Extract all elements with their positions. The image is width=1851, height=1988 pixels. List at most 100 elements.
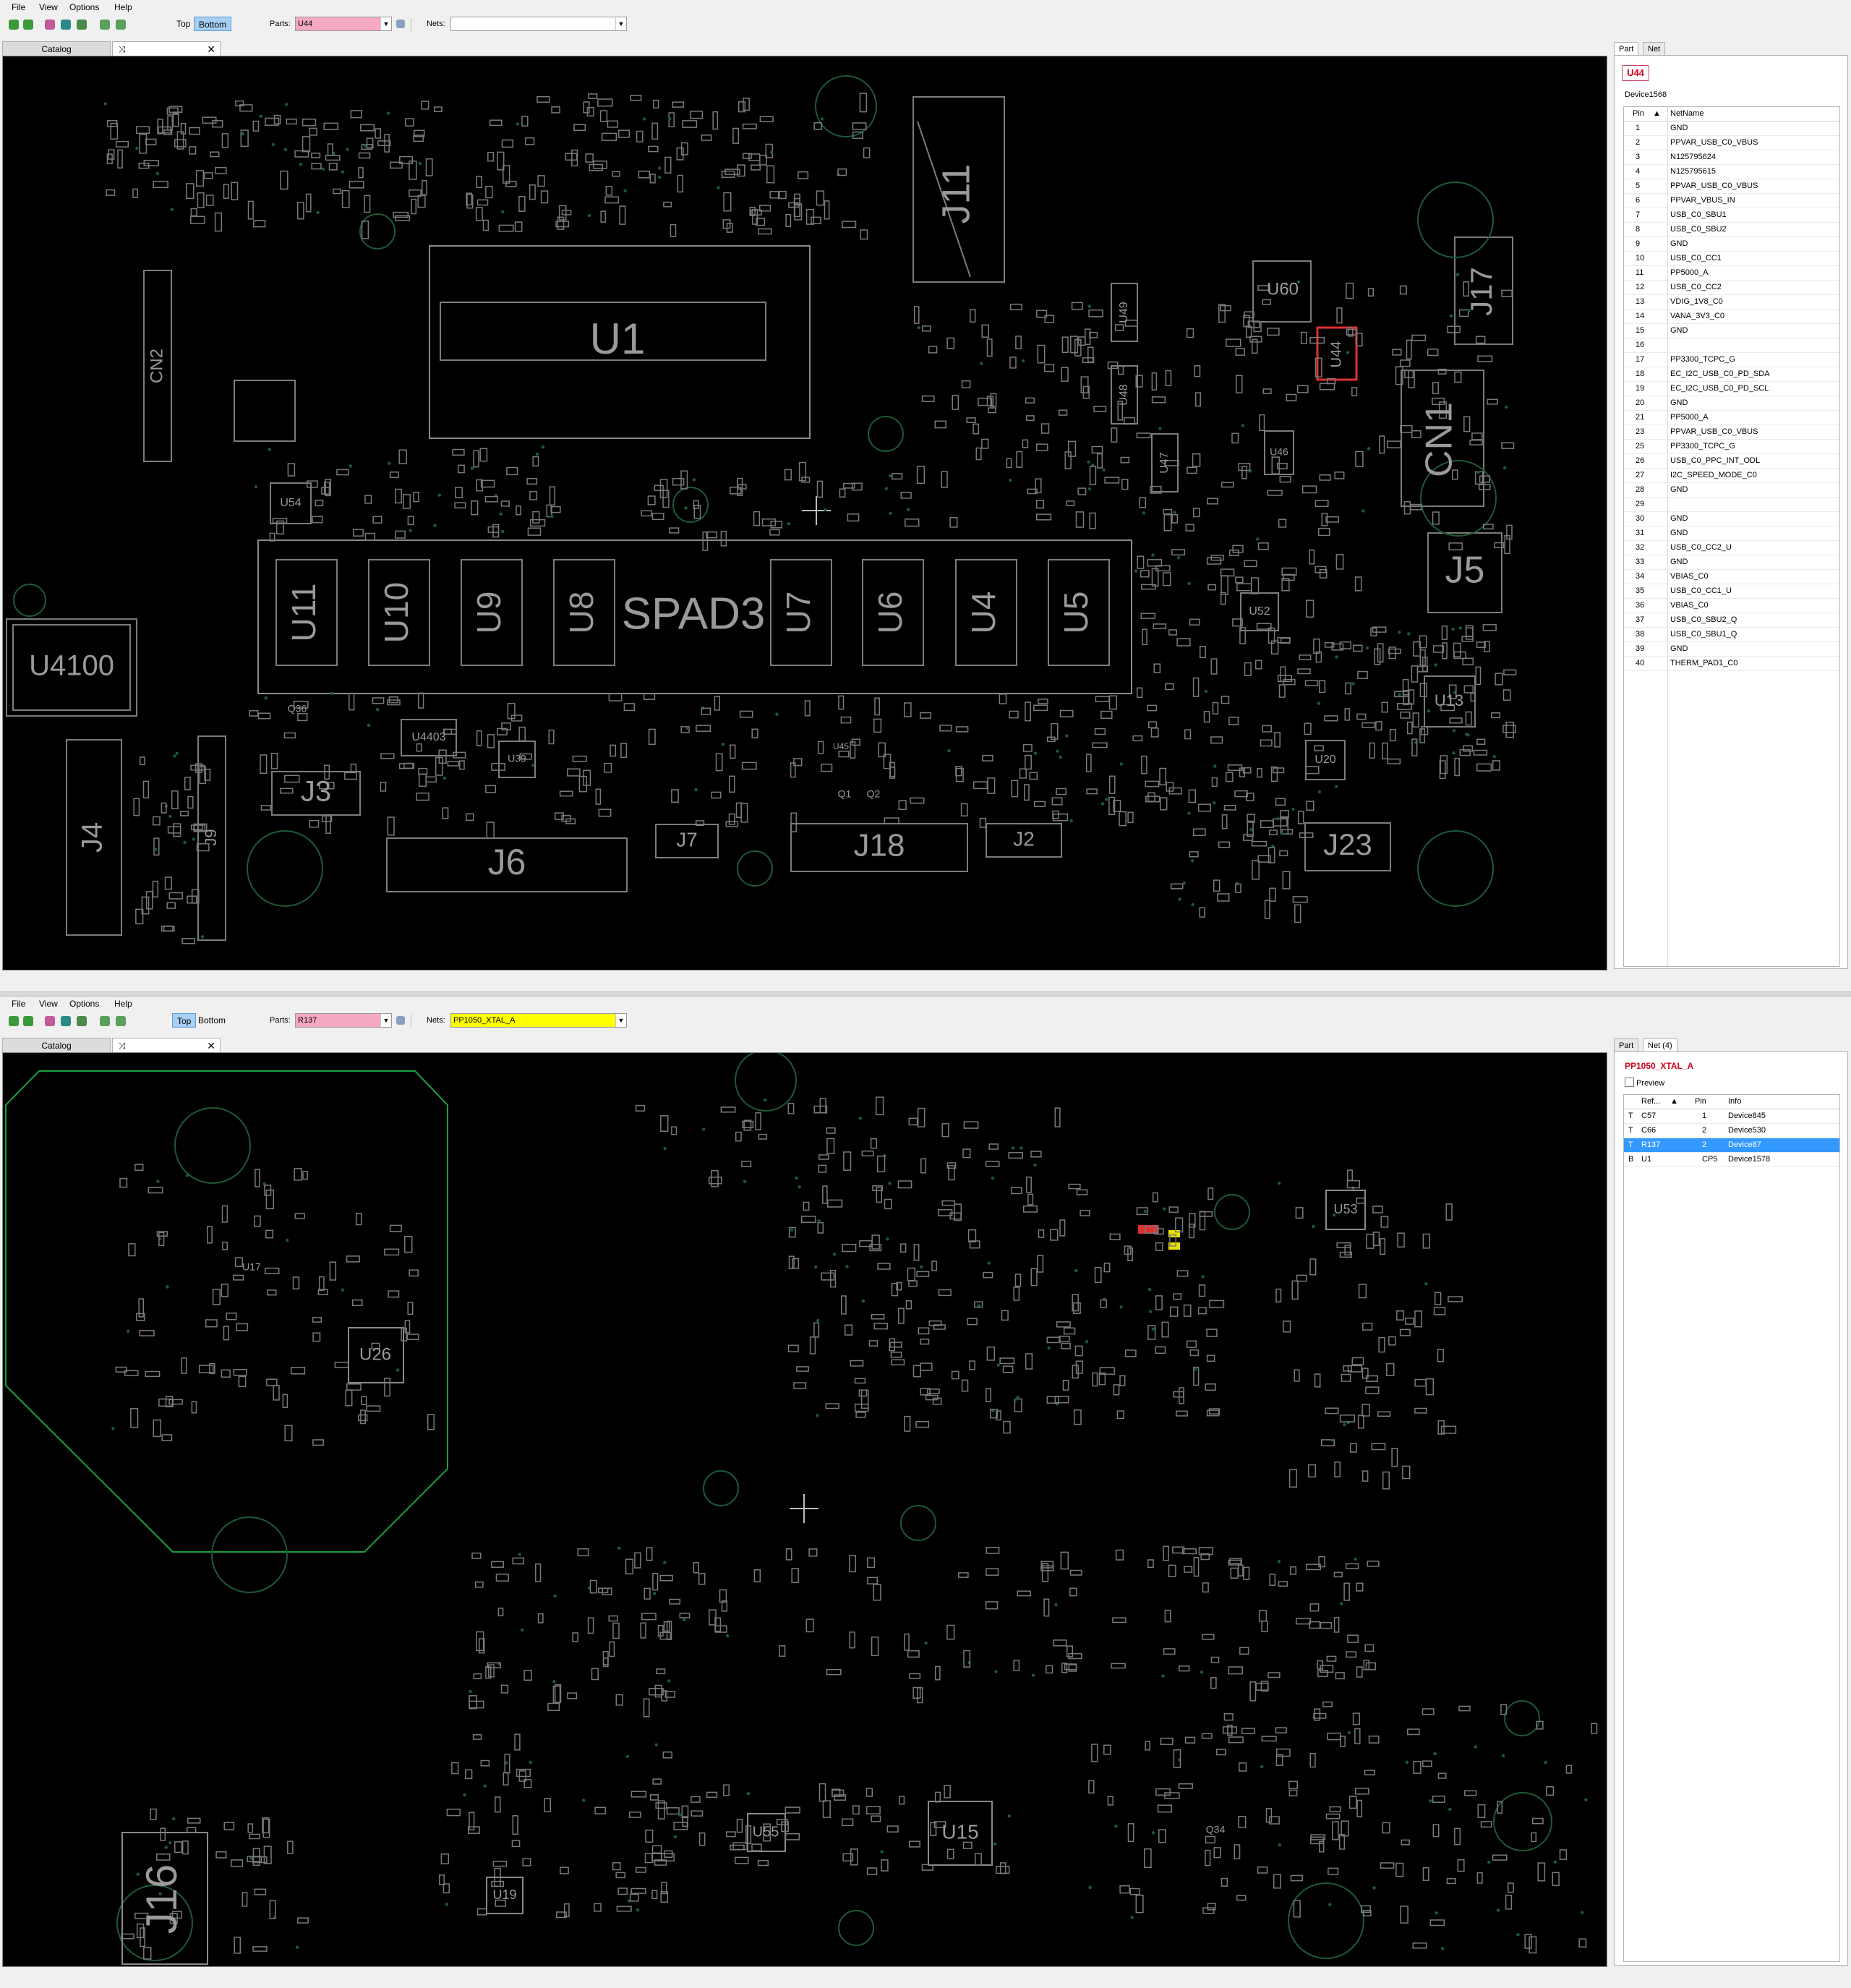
board-label-q2[interactable]: Q2 xyxy=(867,788,881,800)
col-pin[interactable]: Pin xyxy=(1695,1095,1706,1109)
table-row[interactable]: 6 PPVAR_VBUS_IN xyxy=(1624,194,1839,208)
bottom-side-button[interactable]: Bottom xyxy=(194,1013,230,1028)
table-row[interactable]: 23 PPVAR_USB_C0_VBUS xyxy=(1624,425,1839,440)
zoom-icon[interactable] xyxy=(77,20,87,30)
table-row[interactable]: 4 N125795615 xyxy=(1624,165,1839,179)
table-row[interactable]: 39 GND xyxy=(1624,642,1839,657)
board-label-j9[interactable]: J9 xyxy=(202,829,220,845)
board-label-u11[interactable]: U11 xyxy=(285,584,322,642)
board-label-j3[interactable]: J3 xyxy=(301,776,331,808)
board-label-j7[interactable]: J7 xyxy=(676,828,698,850)
board-label-spad3[interactable]: SPAD3 xyxy=(622,589,766,639)
zoom-icon[interactable] xyxy=(77,1016,87,1026)
menu-view[interactable]: View xyxy=(39,2,58,12)
board-label-j17[interactable]: J17 xyxy=(1464,267,1498,316)
table-row[interactable]: 5 PPVAR_USB_C0_VBUS xyxy=(1624,179,1839,194)
menu-help[interactable]: Help xyxy=(114,999,132,1009)
table-row[interactable]: 15 GND xyxy=(1624,324,1839,338)
table-row[interactable]: 34 VBIAS_C0 xyxy=(1624,570,1839,584)
fit-icon[interactable] xyxy=(61,20,71,30)
close-icon[interactable]: ✕ xyxy=(207,1038,215,1053)
table-row[interactable]: 12 USB_C0_CC2 xyxy=(1624,281,1839,295)
table-row[interactable]: 29 xyxy=(1624,498,1839,512)
table-row[interactable]: T R137 2 Device87 xyxy=(1624,1138,1839,1153)
board-canvas[interactable]: U1 SPAD3 U4100 J11 J17 CN1 CN2 U60 U44 J5 U13 J3 J4 J… xyxy=(2,56,1607,970)
board-label-u45[interactable]: U45 xyxy=(833,741,849,751)
pcb-bottom-view[interactable]: U1 SPAD3 U4100 J11 J17 CN1 CN2 U60 U44 J5 U13 J3 J4 J… xyxy=(3,56,1607,970)
back-icon[interactable] xyxy=(9,1016,19,1026)
board-label-cn2[interactable]: CN2 xyxy=(147,349,166,383)
table-row[interactable]: 31 GND xyxy=(1624,526,1839,541)
board-label-u4403[interactable]: U4403 xyxy=(411,731,445,743)
table-row[interactable]: 26 USB_C0_PPC_INT_ODL xyxy=(1624,454,1839,469)
nets-combo[interactable]: PP1050_XTAL_A ▼ xyxy=(450,1013,627,1028)
tab-part[interactable]: Part xyxy=(1614,1038,1639,1051)
pin-table[interactable]: Pin ▲ NetName 1 GND 2 PPVAR_USB_C0_VBUS 3 N12… xyxy=(1623,106,1840,967)
col-info[interactable]: Info xyxy=(1728,1095,1741,1109)
net-parts-table[interactable]: Ref... ▲ Pin Info T C57 1 Device845 T C66 2 Dev… xyxy=(1623,1094,1840,1962)
tab-catalog[interactable]: Catalog xyxy=(2,41,111,56)
next-icon[interactable] xyxy=(116,1016,126,1026)
board-label-u39[interactable]: U39 xyxy=(508,753,526,764)
board-label-u48[interactable]: U48 xyxy=(1118,384,1130,405)
menu-options[interactable]: Options xyxy=(69,2,99,12)
table-row[interactable]: 7 USB_C0_SBU1 xyxy=(1624,208,1839,223)
col-pin[interactable]: Pin xyxy=(1633,107,1644,121)
tab-part[interactable]: Part xyxy=(1614,42,1639,55)
board-label-u47[interactable]: U47 xyxy=(1158,452,1171,473)
split-divider[interactable] xyxy=(0,991,1851,997)
chevron-down-icon[interactable]: ▼ xyxy=(615,1014,626,1027)
clear-icon[interactable] xyxy=(396,1016,405,1025)
top-side-button[interactable]: Top xyxy=(172,1013,197,1028)
board-label-u4100[interactable]: U4100 xyxy=(29,650,114,682)
close-icon[interactable]: ✕ xyxy=(207,42,215,56)
board-canvas[interactable]: J16 U26 U15 U19 U55 U53 U17 Q34 xyxy=(2,1052,1607,1967)
board-label-u49[interactable]: U49 xyxy=(1118,302,1130,323)
cut-icon[interactable] xyxy=(45,20,55,30)
back-icon[interactable] xyxy=(9,20,19,30)
table-row[interactable]: 35 USB_C0_CC1_U xyxy=(1624,584,1839,599)
tab-catalog[interactable]: Catalog xyxy=(2,1038,111,1052)
forward-icon[interactable] xyxy=(23,1016,33,1026)
table-row[interactable]: B U1 CP5 Device1578 xyxy=(1624,1153,1839,1167)
top-side-button[interactable]: Top xyxy=(172,17,194,31)
menu-view[interactable]: View xyxy=(39,999,58,1009)
board-label-u6[interactable]: U6 xyxy=(871,592,909,634)
table-row[interactable]: 11 PP5000_A xyxy=(1624,266,1839,281)
board-label-j4[interactable]: J4 xyxy=(77,822,108,853)
board-label-u44[interactable]: U44 xyxy=(1328,341,1344,368)
tab-search[interactable]: ⤨ ✕ xyxy=(112,1038,221,1052)
tab-net[interactable]: Net (4) xyxy=(1643,1038,1677,1051)
board-label-j2[interactable]: J2 xyxy=(1013,827,1035,850)
table-row[interactable]: 10 USB_C0_CC1 xyxy=(1624,252,1839,266)
board-label-u55[interactable]: U55 xyxy=(753,1824,779,1840)
board-label-u5[interactable]: U5 xyxy=(1057,592,1095,634)
next-icon[interactable] xyxy=(116,20,126,30)
table-row[interactable]: 14 VANA_3V3_C0 xyxy=(1624,310,1839,324)
pcb-top-view[interactable]: J16 U26 U15 U19 U55 U53 U17 Q34 xyxy=(3,1053,1607,1966)
preview-checkbox[interactable]: Preview xyxy=(1625,1078,1664,1088)
chevron-down-icon[interactable]: ▼ xyxy=(380,17,391,30)
tab-search[interactable]: ⤨ ✕ xyxy=(112,41,221,56)
table-row[interactable]: 2 PPVAR_USB_C0_VBUS xyxy=(1624,136,1839,150)
board-label-u17[interactable]: U17 xyxy=(242,1261,261,1273)
table-row[interactable]: 9 GND xyxy=(1624,237,1839,252)
table-row[interactable]: T C57 1 Device845 xyxy=(1624,1109,1839,1124)
board-label-j23[interactable]: J23 xyxy=(1323,827,1372,861)
forward-icon[interactable] xyxy=(23,20,33,30)
chevron-down-icon[interactable]: ▼ xyxy=(615,17,626,30)
board-label-u13[interactable]: U13 xyxy=(1435,691,1463,709)
fit-icon[interactable] xyxy=(61,1016,71,1026)
table-row[interactable]: 36 VBIAS_C0 xyxy=(1624,599,1839,613)
table-row[interactable]: 25 PP3300_TCPC_G xyxy=(1624,440,1839,454)
board-label-j11[interactable]: J11 xyxy=(934,163,978,223)
table-row[interactable]: 32 USB_C0_CC2_U xyxy=(1624,541,1839,555)
col-netname[interactable]: NetName xyxy=(1670,107,1703,121)
table-row[interactable]: 16 xyxy=(1624,338,1839,353)
table-row[interactable]: 33 GND xyxy=(1624,555,1839,570)
board-label-u52[interactable]: U52 xyxy=(1249,605,1270,618)
board-label-u15[interactable]: U15 xyxy=(941,1820,978,1843)
nets-combo[interactable]: ▼ xyxy=(450,17,627,31)
cut-icon[interactable] xyxy=(45,1016,55,1026)
board-label-u9[interactable]: U9 xyxy=(470,592,508,634)
